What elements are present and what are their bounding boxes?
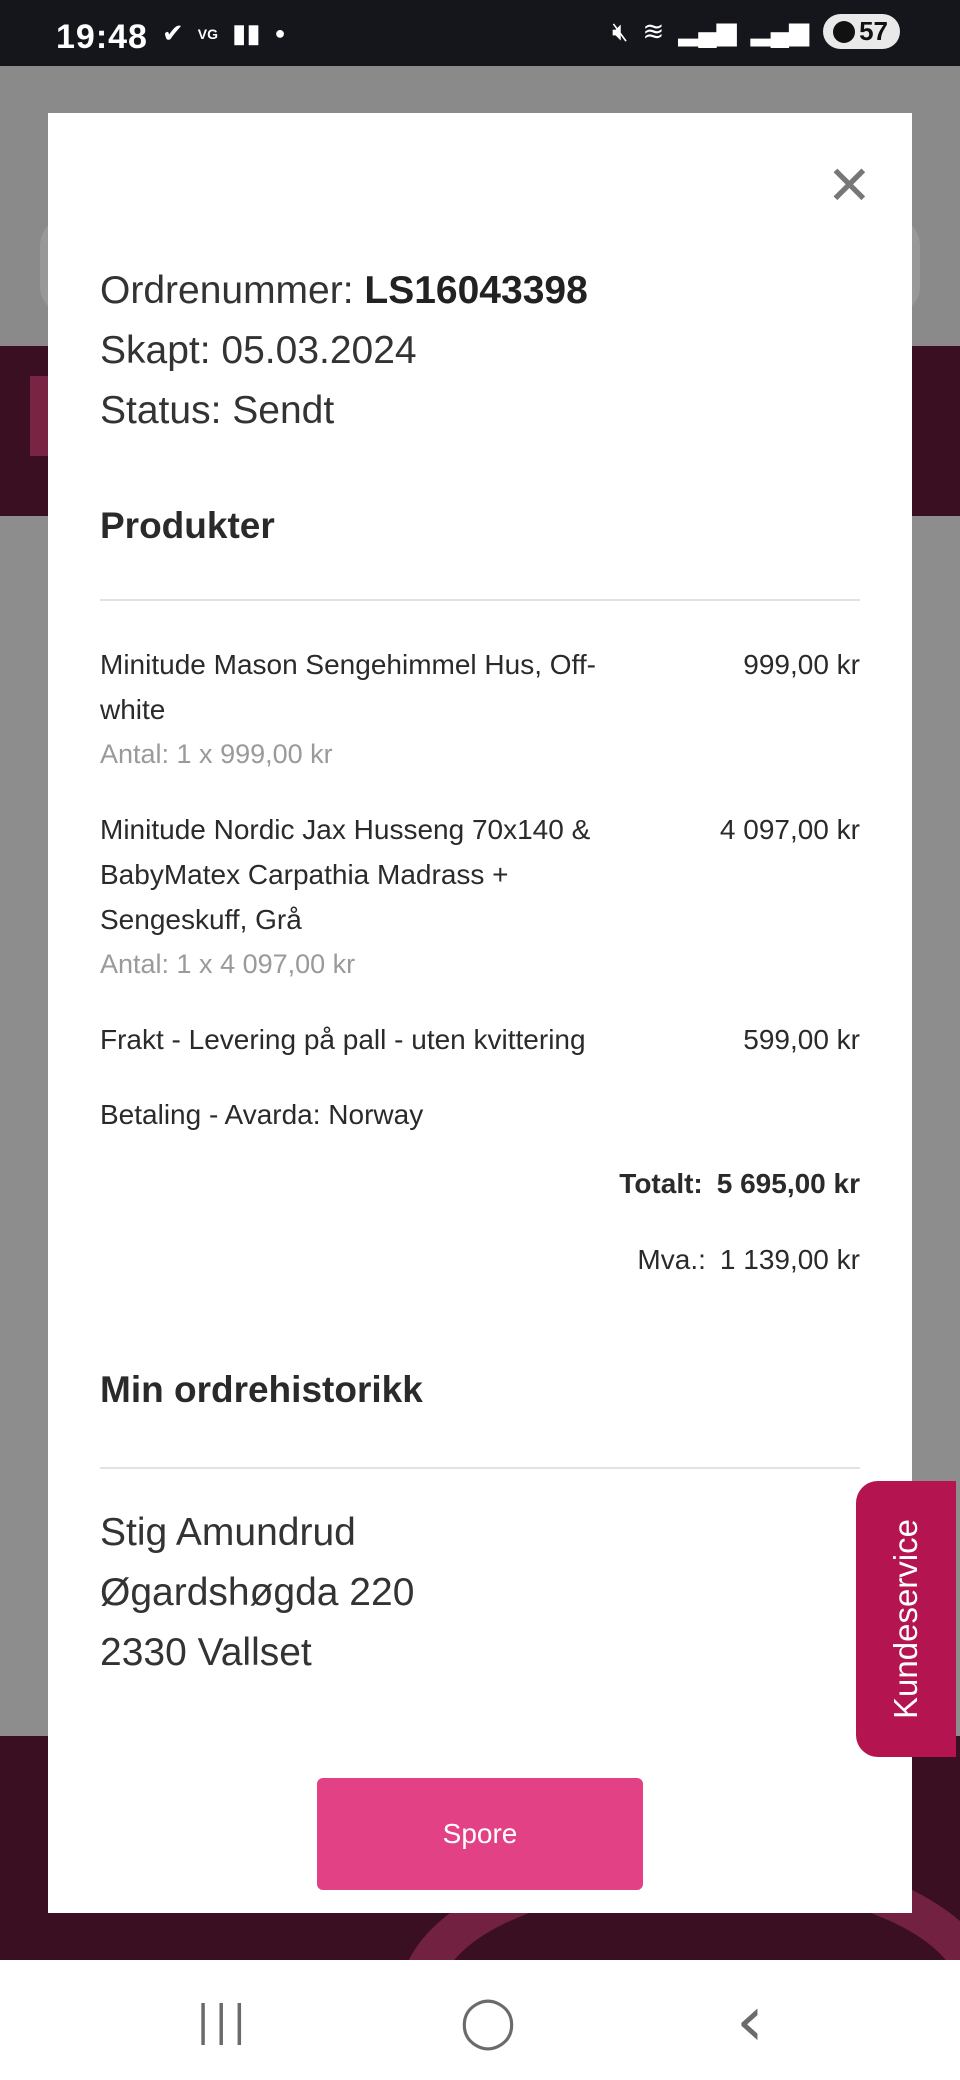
mute-icon: 🔇︎ bbox=[612, 15, 629, 46]
address-name: Stig Amundrud bbox=[100, 1511, 356, 1554]
status-row: Status: Sendt bbox=[100, 381, 588, 441]
products-title: Produkter bbox=[100, 505, 275, 546]
check-icon: ✔ bbox=[162, 18, 184, 48]
signal-icon: ▂▄▆ bbox=[750, 16, 810, 46]
list-item: Frakt - Levering på pall - uten kvitteri… bbox=[100, 1017, 860, 1062]
created-row: Skapt: 05.03.2024 bbox=[100, 321, 588, 381]
item-name: Betaling - Avarda: Norway bbox=[100, 1099, 424, 1130]
item-quantity: Antal: 1 x 4 097,00 kr bbox=[100, 949, 356, 979]
order-number-label: Ordrenummer: bbox=[100, 269, 354, 312]
list-item: Minitude Nordic Jax Husseng 70x140 & Bab… bbox=[100, 807, 860, 987]
news-icon: ▮▮ bbox=[232, 18, 261, 48]
order-details-modal: ✕ Ordrenummer: LS16043398 Skapt: 05.03.2… bbox=[48, 113, 912, 1913]
divider bbox=[100, 1467, 860, 1469]
item-name: Minitude Nordic Jax Husseng 70x140 & Bab… bbox=[100, 814, 591, 935]
track-button[interactable]: Spore bbox=[317, 1778, 643, 1890]
recents-button[interactable]: ||| bbox=[190, 1990, 256, 2052]
dot-icon: ● bbox=[274, 23, 286, 43]
list-item: Minitude Mason Sengehimmel Hus, Off-whit… bbox=[100, 642, 860, 777]
customer-service-label: Kundeservice bbox=[887, 1519, 924, 1719]
wifi-icon: ≋ bbox=[642, 16, 665, 46]
item-name: Minitude Mason Sengehimmel Hus, Off-whit… bbox=[100, 649, 596, 725]
total-row: Totalt: 5 695,00 kr bbox=[619, 1168, 860, 1200]
order-info: Ordrenummer: LS16043398 Skapt: 05.03.202… bbox=[100, 261, 588, 441]
system-icons: 🔇︎ ≋ ▂▄▆ ▂▄▆ 57 bbox=[612, 14, 900, 49]
created-date: 05.03.2024 bbox=[221, 329, 417, 372]
status-bar: 19:48 ✔ VG ▮▮ ● 🔇︎ ≋ ▂▄▆ ▂▄▆ 57 bbox=[0, 0, 960, 66]
home-button[interactable]: ◯ bbox=[454, 1990, 522, 2052]
delivery-address: Stig Amundrud Øgardshøgda 220 2330 Valls… bbox=[100, 1503, 414, 1683]
vg-icon: VG bbox=[197, 25, 219, 42]
item-name: Frakt - Levering på pall - uten kvitteri… bbox=[100, 1024, 586, 1055]
navigation-bar: ||| ◯ ‹ bbox=[0, 1960, 960, 2080]
item-price: 599,00 kr bbox=[743, 1024, 860, 1055]
item-price: 4 097,00 kr bbox=[719, 814, 860, 845]
close-icon[interactable]: ✕ bbox=[827, 159, 872, 213]
address-street: Øgardshøgda 220 bbox=[100, 1571, 415, 1614]
order-history-title: Min ordrehistorikk bbox=[100, 1369, 423, 1410]
vat-label: Mva.: bbox=[637, 1244, 706, 1275]
total-label: Totalt: bbox=[619, 1168, 703, 1199]
order-number-row: Ordrenummer: LS16043398 bbox=[100, 261, 588, 321]
status-time: 19:48 bbox=[56, 18, 148, 56]
notification-icons: ✔ VG ▮▮ ● bbox=[162, 18, 286, 49]
divider bbox=[100, 599, 860, 601]
item-quantity: Antal: 1 x 999,00 kr bbox=[100, 739, 333, 769]
status-label: Status: bbox=[100, 389, 222, 432]
vat-value: 1 139,00 kr bbox=[719, 1244, 860, 1275]
vat-row: Mva.: 1 139,00 kr bbox=[637, 1244, 860, 1276]
back-button[interactable]: ‹ bbox=[730, 1986, 770, 2056]
battery-indicator: 57 bbox=[823, 14, 900, 49]
customer-service-tab[interactable]: Kundeservice bbox=[856, 1481, 956, 1757]
total-value: 5 695,00 kr bbox=[716, 1168, 860, 1199]
created-label: Skapt: bbox=[100, 329, 211, 372]
order-number: LS16043398 bbox=[364, 269, 588, 312]
status-value: Sendt bbox=[232, 389, 335, 432]
battery-saver-icon bbox=[833, 20, 856, 43]
address-city: 2330 Vallset bbox=[100, 1631, 312, 1674]
battery-level: 57 bbox=[859, 16, 888, 46]
list-item: Betaling - Avarda: Norway bbox=[100, 1092, 860, 1137]
signal-icon: ▂▄▆ bbox=[678, 16, 737, 46]
item-price: 999,00 kr bbox=[743, 649, 860, 680]
